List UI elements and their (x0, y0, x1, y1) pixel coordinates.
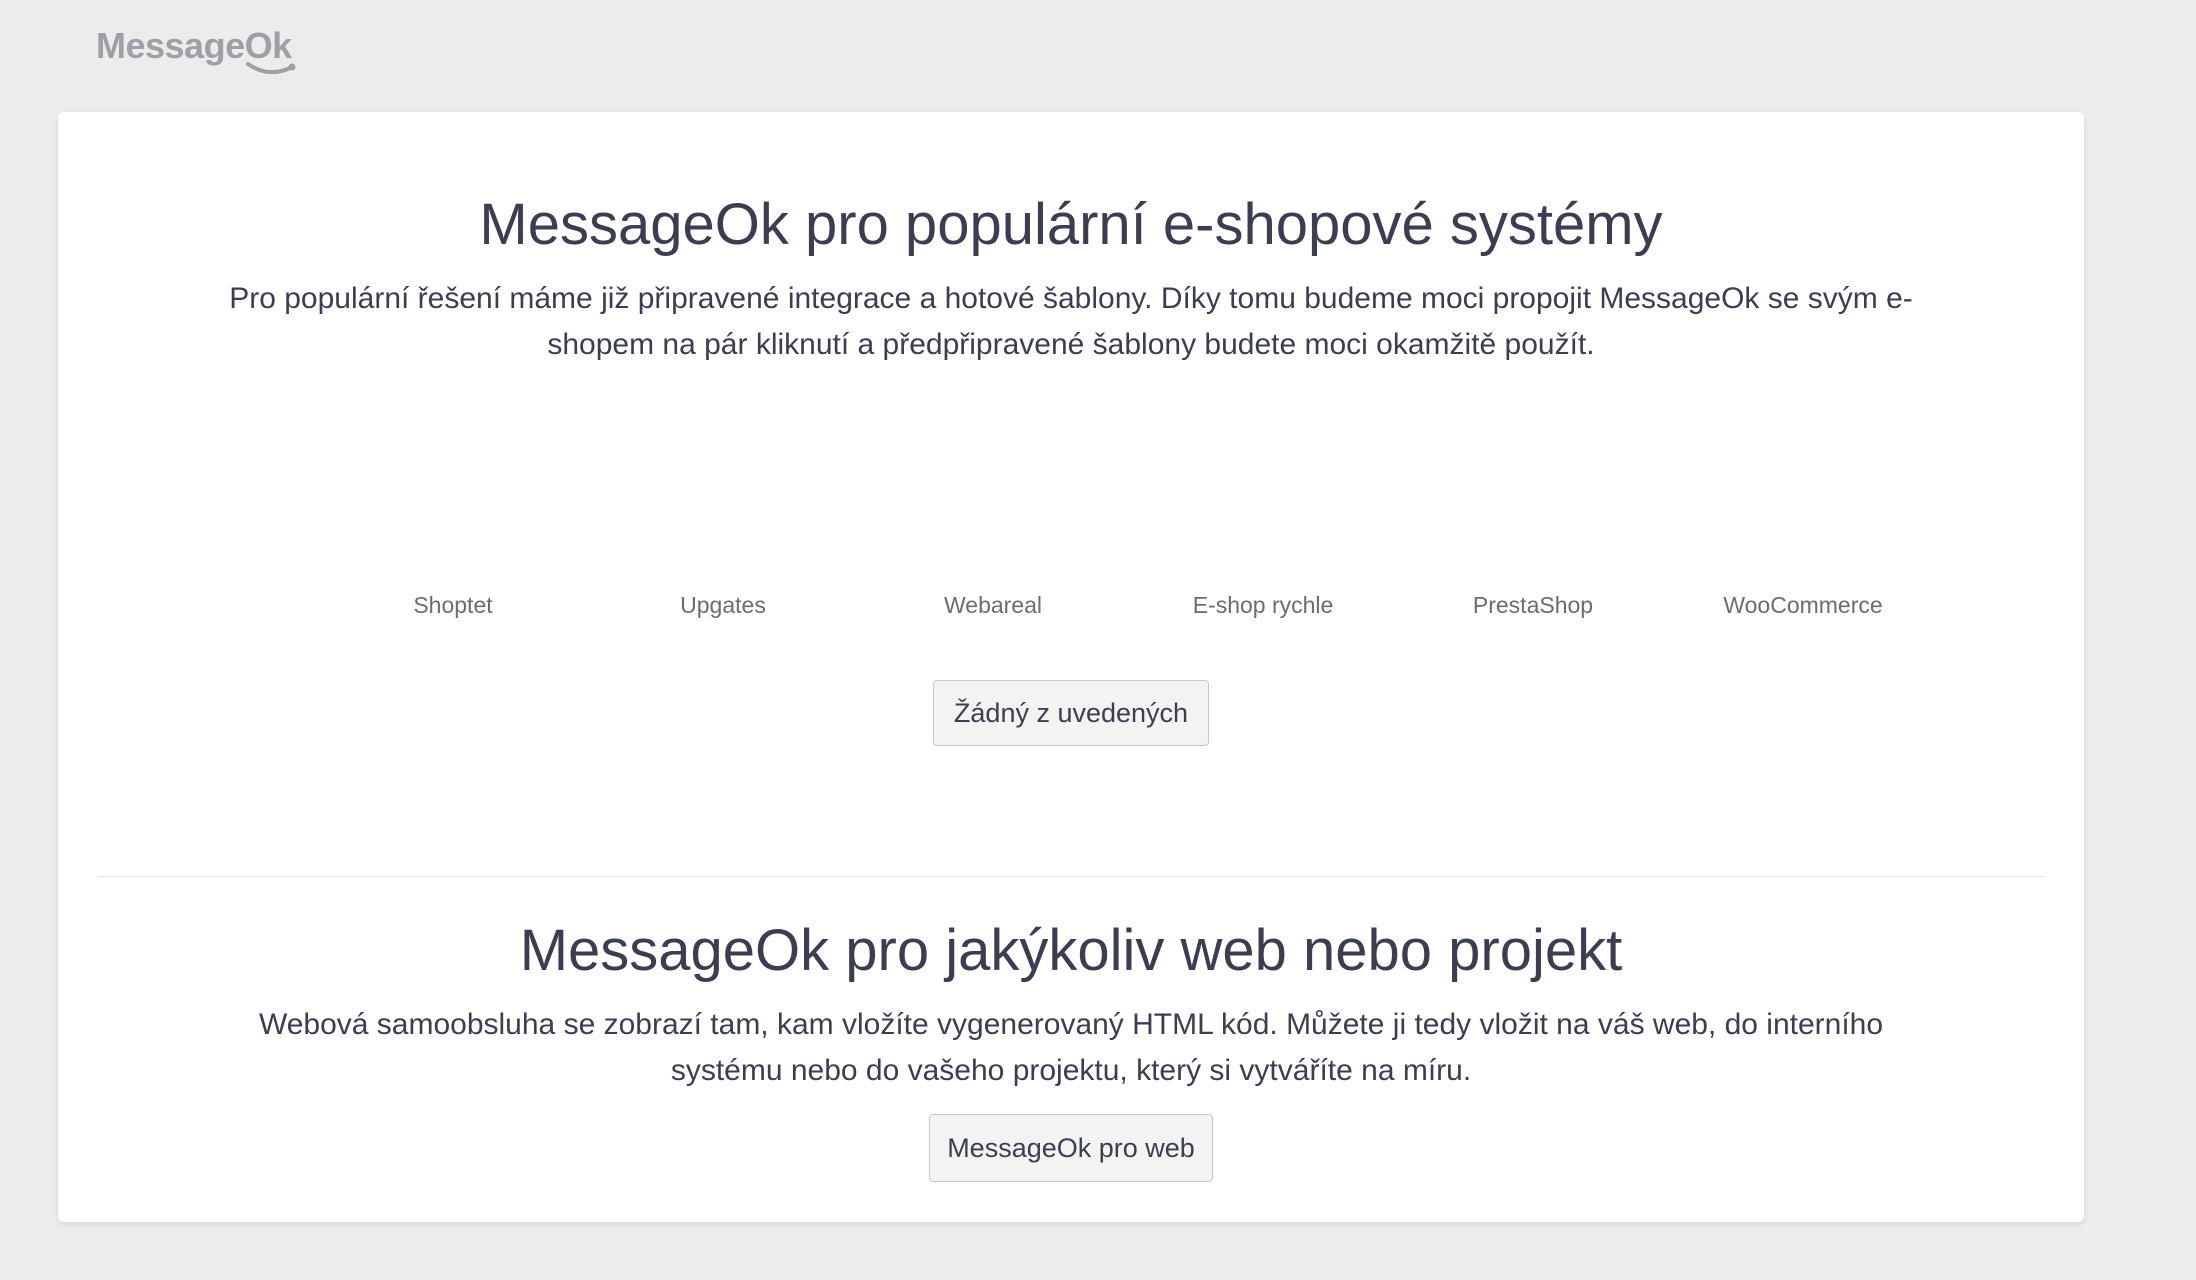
platform-eshop-rychle[interactable]: E-shop rychle (1128, 592, 1398, 619)
web-section-description: Webová samoobsluha se zobrazí tam, kam v… (258, 1008, 1884, 1087)
messageok-for-web-button[interactable]: MessageOk pro web (929, 1114, 1213, 1182)
eshop-section-title: MessageOk pro populární e-shopové systém… (479, 192, 1663, 257)
platform-shoptet[interactable]: Shoptet (318, 592, 588, 619)
platform-list: Shoptet Upgates Webareal E-shop rychle P… (318, 592, 1938, 619)
platform-woocommerce[interactable]: WooCommerce (1668, 592, 1938, 619)
section-divider (98, 876, 2044, 877)
main-card: MessageOk pro populární e-shopové systém… (58, 112, 2084, 1222)
page: MessageOk MessageOk pro populární e-shop… (0, 0, 2196, 1280)
platform-prestashop[interactable]: PrestaShop (1398, 592, 1668, 619)
platform-webareal[interactable]: Webareal (858, 592, 1128, 619)
eshop-section-description: Pro populární řešení máme již připravené… (229, 282, 1913, 361)
logo-swoosh-icon (246, 62, 296, 75)
web-section-title: MessageOk pro jakýkoliv web nebo projekt (519, 918, 1623, 983)
messageok-logo[interactable]: MessageOk (96, 22, 296, 75)
none-of-listed-button[interactable]: Žádný z uvedených (933, 680, 1209, 746)
platform-upgates[interactable]: Upgates (588, 592, 858, 619)
